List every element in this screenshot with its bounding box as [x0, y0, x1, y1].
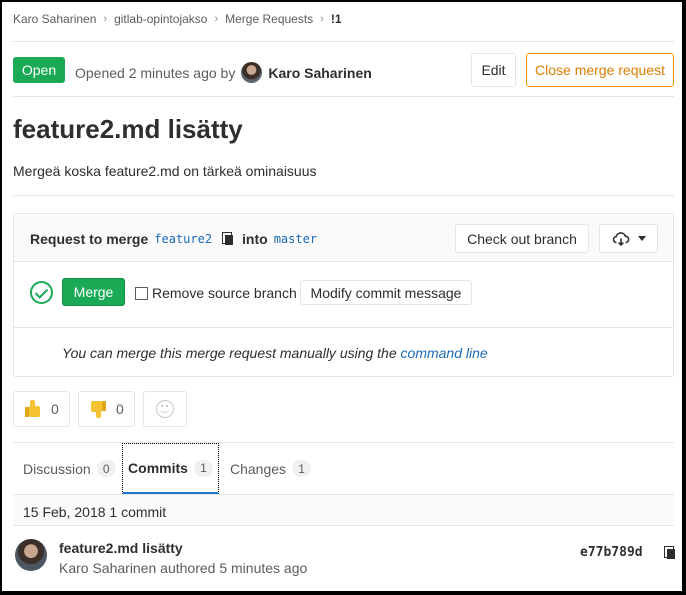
chevron-down-icon — [637, 236, 646, 241]
smiley-icon — [156, 400, 174, 418]
commit-title-link[interactable]: feature2.md lisätty — [59, 540, 183, 556]
commit-day-header: 15 Feb, 2018 1 commit — [13, 495, 674, 526]
tab-label: Discussion — [23, 460, 91, 477]
status-badge: Open — [13, 57, 65, 83]
divider — [13, 195, 674, 196]
avatar[interactable] — [15, 539, 47, 571]
breadcrumb-user[interactable]: Karo Saharinen — [13, 12, 96, 26]
command-line-link[interactable]: command line — [401, 345, 488, 361]
remove-source-branch-checkbox[interactable] — [135, 286, 148, 300]
check-out-branch-button[interactable]: Check out branch — [455, 224, 589, 253]
breadcrumb: Karo Saharinen › gitlab-opintojakso › Me… — [13, 10, 342, 28]
manual-merge-text: You can merge this merge request manuall… — [62, 345, 397, 361]
thumbs-down-award[interactable]: 0 — [78, 391, 135, 427]
commit-meta: Karo Saharinen authored 5 minutes ago — [59, 560, 308, 576]
divider — [13, 41, 674, 42]
tab-count-badge: 0 — [96, 460, 116, 477]
opened-info: Opened 2 minutes ago by Karo Saharinen — [75, 62, 372, 83]
avatar[interactable] — [241, 62, 263, 83]
add-reaction-button[interactable] — [143, 391, 187, 427]
merge-request-page: Karo Saharinen › gitlab-opintojakso › Me… — [13, 2, 676, 593]
copy-icon[interactable] — [222, 232, 234, 246]
opened-text: Opened 2 minutes ago by — [75, 64, 236, 81]
tab-count-badge: 1 — [193, 459, 213, 477]
source-branch-link[interactable]: feature2 — [154, 232, 212, 246]
remove-source-branch-option[interactable]: Remove source branch — [135, 285, 297, 301]
modify-commit-message-button[interactable]: Modify commit message — [300, 280, 472, 305]
breadcrumb-current[interactable]: !1 — [331, 12, 342, 26]
page-title: feature2.md lisätty — [13, 114, 243, 144]
divider — [13, 96, 674, 97]
remove-source-branch-label: Remove source branch — [152, 285, 297, 301]
description: Mergeä koska feature2.md on tärkeä omina… — [13, 163, 317, 179]
chevron-right-icon: › — [214, 13, 219, 25]
tab-commits[interactable]: Commits 1 — [122, 443, 219, 494]
tab-label: Changes — [230, 460, 287, 477]
manual-merge-note: You can merge this merge request manuall… — [62, 345, 488, 361]
commit-sha-link[interactable]: e77b789d — [580, 545, 643, 560]
into-label: into — [242, 231, 268, 247]
merge-button[interactable]: Merge — [62, 278, 125, 306]
merge-widget-header: Request to merge feature2 into master Ch… — [14, 214, 673, 262]
thumbs-up-count: 0 — [51, 401, 59, 417]
edit-button[interactable]: Edit — [471, 53, 516, 87]
merge-widget: Request to merge feature2 into master Ch… — [13, 213, 674, 377]
copy-icon[interactable] — [664, 546, 676, 560]
thumbs-down-count: 0 — [116, 401, 124, 417]
close-merge-request-button[interactable]: Close merge request — [526, 53, 674, 87]
tab-label: Commits — [128, 460, 188, 476]
tab-changes[interactable]: Changes 1 — [230, 443, 312, 494]
chevron-right-icon: › — [103, 13, 108, 25]
tab-count-badge: 1 — [292, 460, 312, 477]
breadcrumb-merge-requests[interactable]: Merge Requests — [225, 12, 313, 26]
window-frame: Karo Saharinen › gitlab-opintojakso › Me… — [0, 0, 686, 595]
download-dropdown-button[interactable] — [599, 224, 658, 253]
breadcrumb-project[interactable]: gitlab-opintojakso — [114, 12, 207, 26]
request-prefix: Request to merge — [30, 231, 149, 247]
author-link[interactable]: Karo Saharinen — [268, 65, 371, 81]
tab-discussion[interactable]: Discussion 0 — [23, 443, 116, 494]
thumbs-up-award[interactable]: 0 — [13, 391, 70, 427]
merge-request-branches: Request to merge feature2 into master — [30, 231, 323, 247]
target-branch-link[interactable]: master — [274, 232, 317, 246]
chevron-right-icon: › — [320, 13, 324, 25]
check-circle-icon — [30, 281, 53, 304]
merge-widget-body: Merge Remove source branch Modify commit… — [14, 262, 673, 328]
thumbs-up-icon — [25, 400, 41, 418]
thumbs-down-icon — [90, 400, 106, 418]
list-item: feature2.md lisätty Karo Saharinen autho… — [13, 527, 676, 583]
cloud-download-icon — [612, 231, 629, 246]
